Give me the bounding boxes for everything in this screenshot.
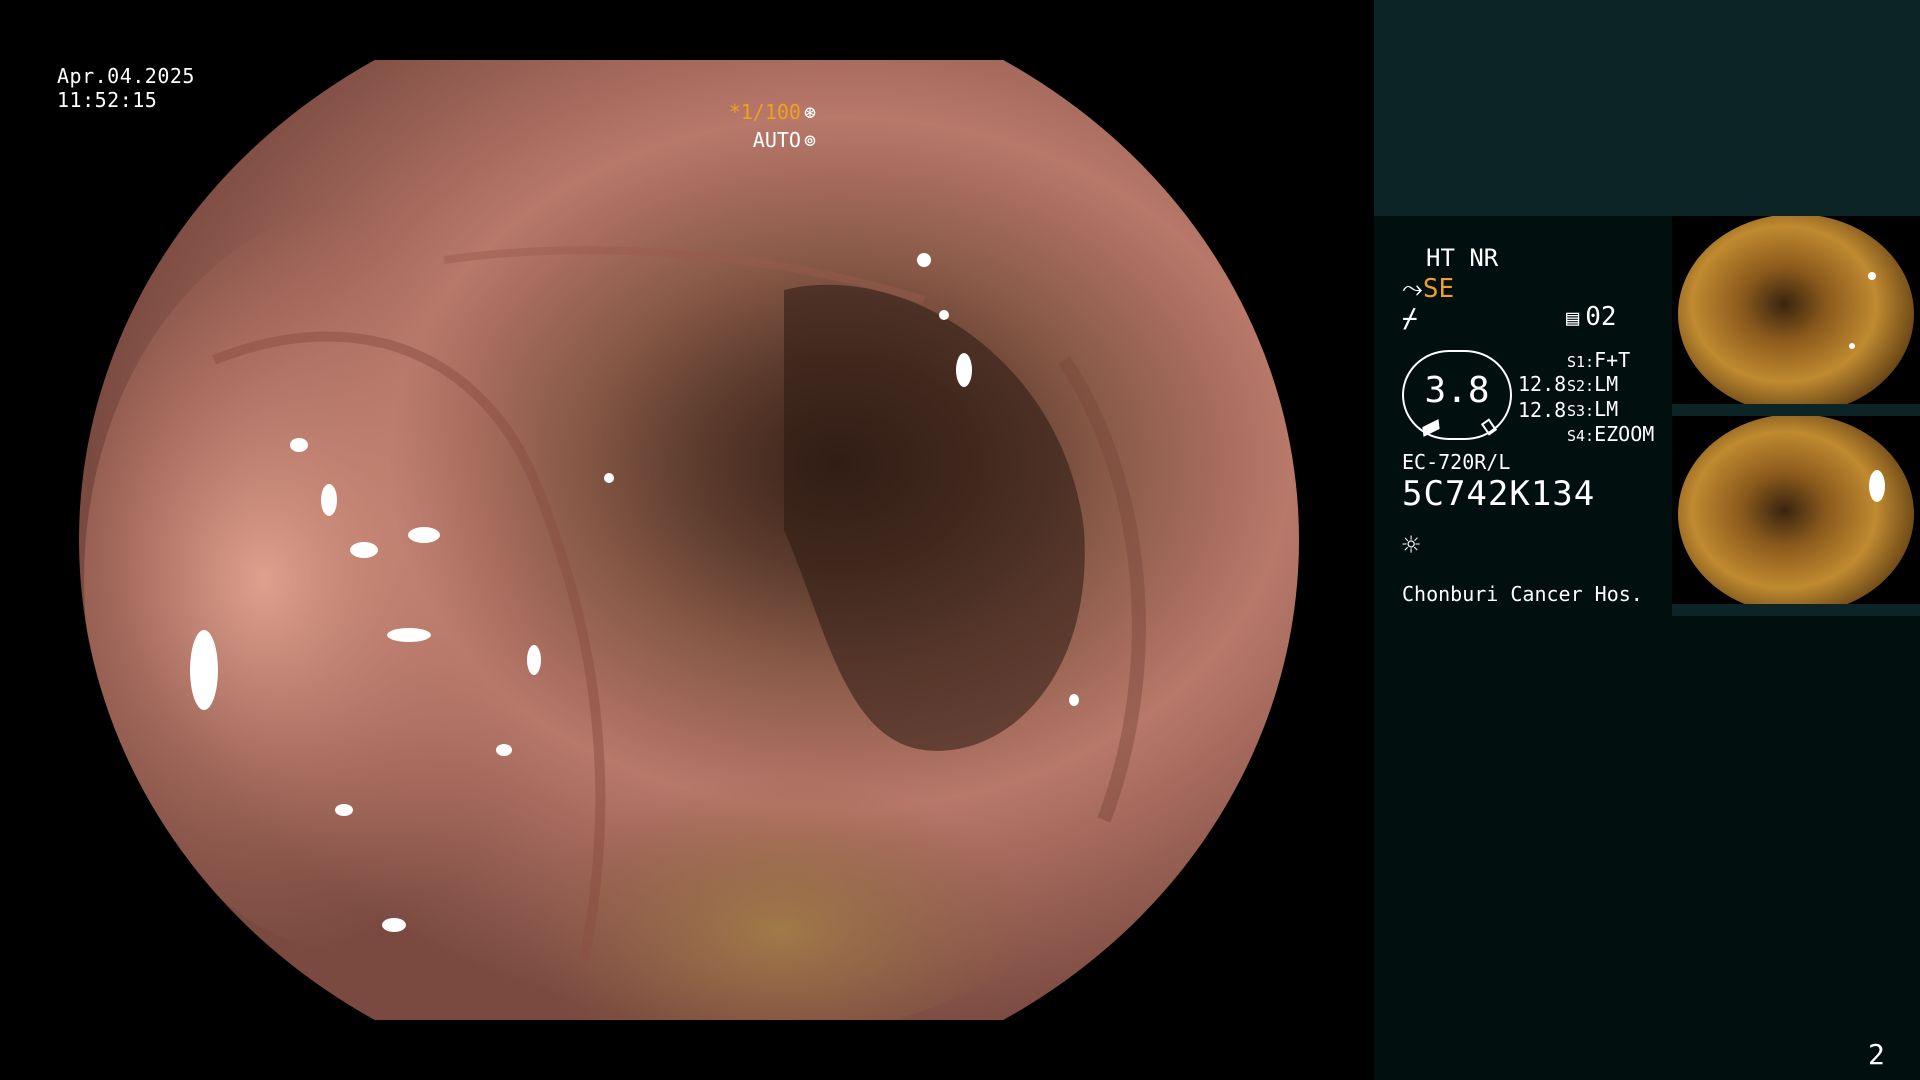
ht-nr-label: HT NR [1426, 244, 1499, 272]
gauge-left-marker-icon [1422, 419, 1440, 437]
structure-enhancement: ⤳SE [1402, 274, 1454, 305]
shutter-value: *1/100 [728, 100, 801, 124]
value-2: 12.8 [1518, 398, 1567, 422]
switch-key: S3: [1567, 402, 1595, 420]
switch-key: S1: [1567, 353, 1595, 371]
gauge-value: 3.8 [1424, 370, 1490, 411]
hospital-name: Chonburi Cancer Hos. [1402, 582, 1643, 606]
iris-value: AUTO [752, 128, 801, 152]
switch-s2: S2:LM [1567, 372, 1618, 396]
scope-serial: 5C742K134 [1402, 474, 1596, 514]
switch-value: LM [1594, 372, 1619, 396]
endoscopic-image [79, 60, 1299, 1020]
shutter-icon: ⊛ [803, 100, 816, 124]
switch-value: EZOOM [1594, 422, 1655, 446]
gauge-right-marker-icon [1480, 418, 1498, 436]
switch-s1: S1:F+T [1567, 348, 1630, 372]
iris-mode: AUTO ⊚ [753, 128, 816, 152]
switch-key: S4: [1567, 427, 1595, 445]
se-label: SE [1422, 274, 1455, 304]
info-side-panel: HT NR ⤳SE ⌿ ▤ 02 3.8 12.8 12.8 S1:F+T S2:… [1374, 0, 1920, 1080]
switch-s4: S4:EZOOM [1567, 422, 1654, 446]
record-number: 02 [1585, 302, 1617, 332]
switch-value: LM [1594, 397, 1619, 421]
record-counter: ▤ 02 [1566, 302, 1617, 332]
switch-value: F+T [1594, 348, 1631, 372]
switch-key: S2: [1567, 377, 1595, 395]
captured-thumbnail-2[interactable] [1672, 416, 1920, 616]
panel-header-area [1374, 0, 1920, 216]
switch-s3: S3:LM [1567, 397, 1618, 421]
enhancement-icon: ⌿ [1402, 304, 1418, 334]
thumbnail-image-2 [1672, 416, 1920, 616]
structure-icon: ⤳ [1402, 274, 1423, 304]
shutter-speed: *1/100 ⊛ [729, 100, 816, 124]
value-1: 12.8 [1518, 372, 1567, 396]
magnification-gauge: 3.8 [1402, 350, 1512, 440]
exam-time: 11:52:15 [57, 88, 158, 112]
record-icon: ▤ [1566, 306, 1580, 331]
captured-thumbnail-1[interactable] [1672, 216, 1920, 416]
endoscope-main-view: Apr.04.2025 11:52:15 *1/100 ⊛ AUTO ⊚ [0, 0, 1374, 1080]
exam-date: Apr.04.2025 [57, 64, 195, 88]
colon-lumen-image [79, 60, 1299, 1020]
iris-icon: ⊚ [803, 128, 816, 152]
scope-model: EC-720R/L [1402, 450, 1511, 474]
thumbnail-image-1 [1672, 216, 1920, 416]
light-icon: ☼ [1402, 528, 1421, 563]
page-number: 2 [1868, 1038, 1885, 1071]
